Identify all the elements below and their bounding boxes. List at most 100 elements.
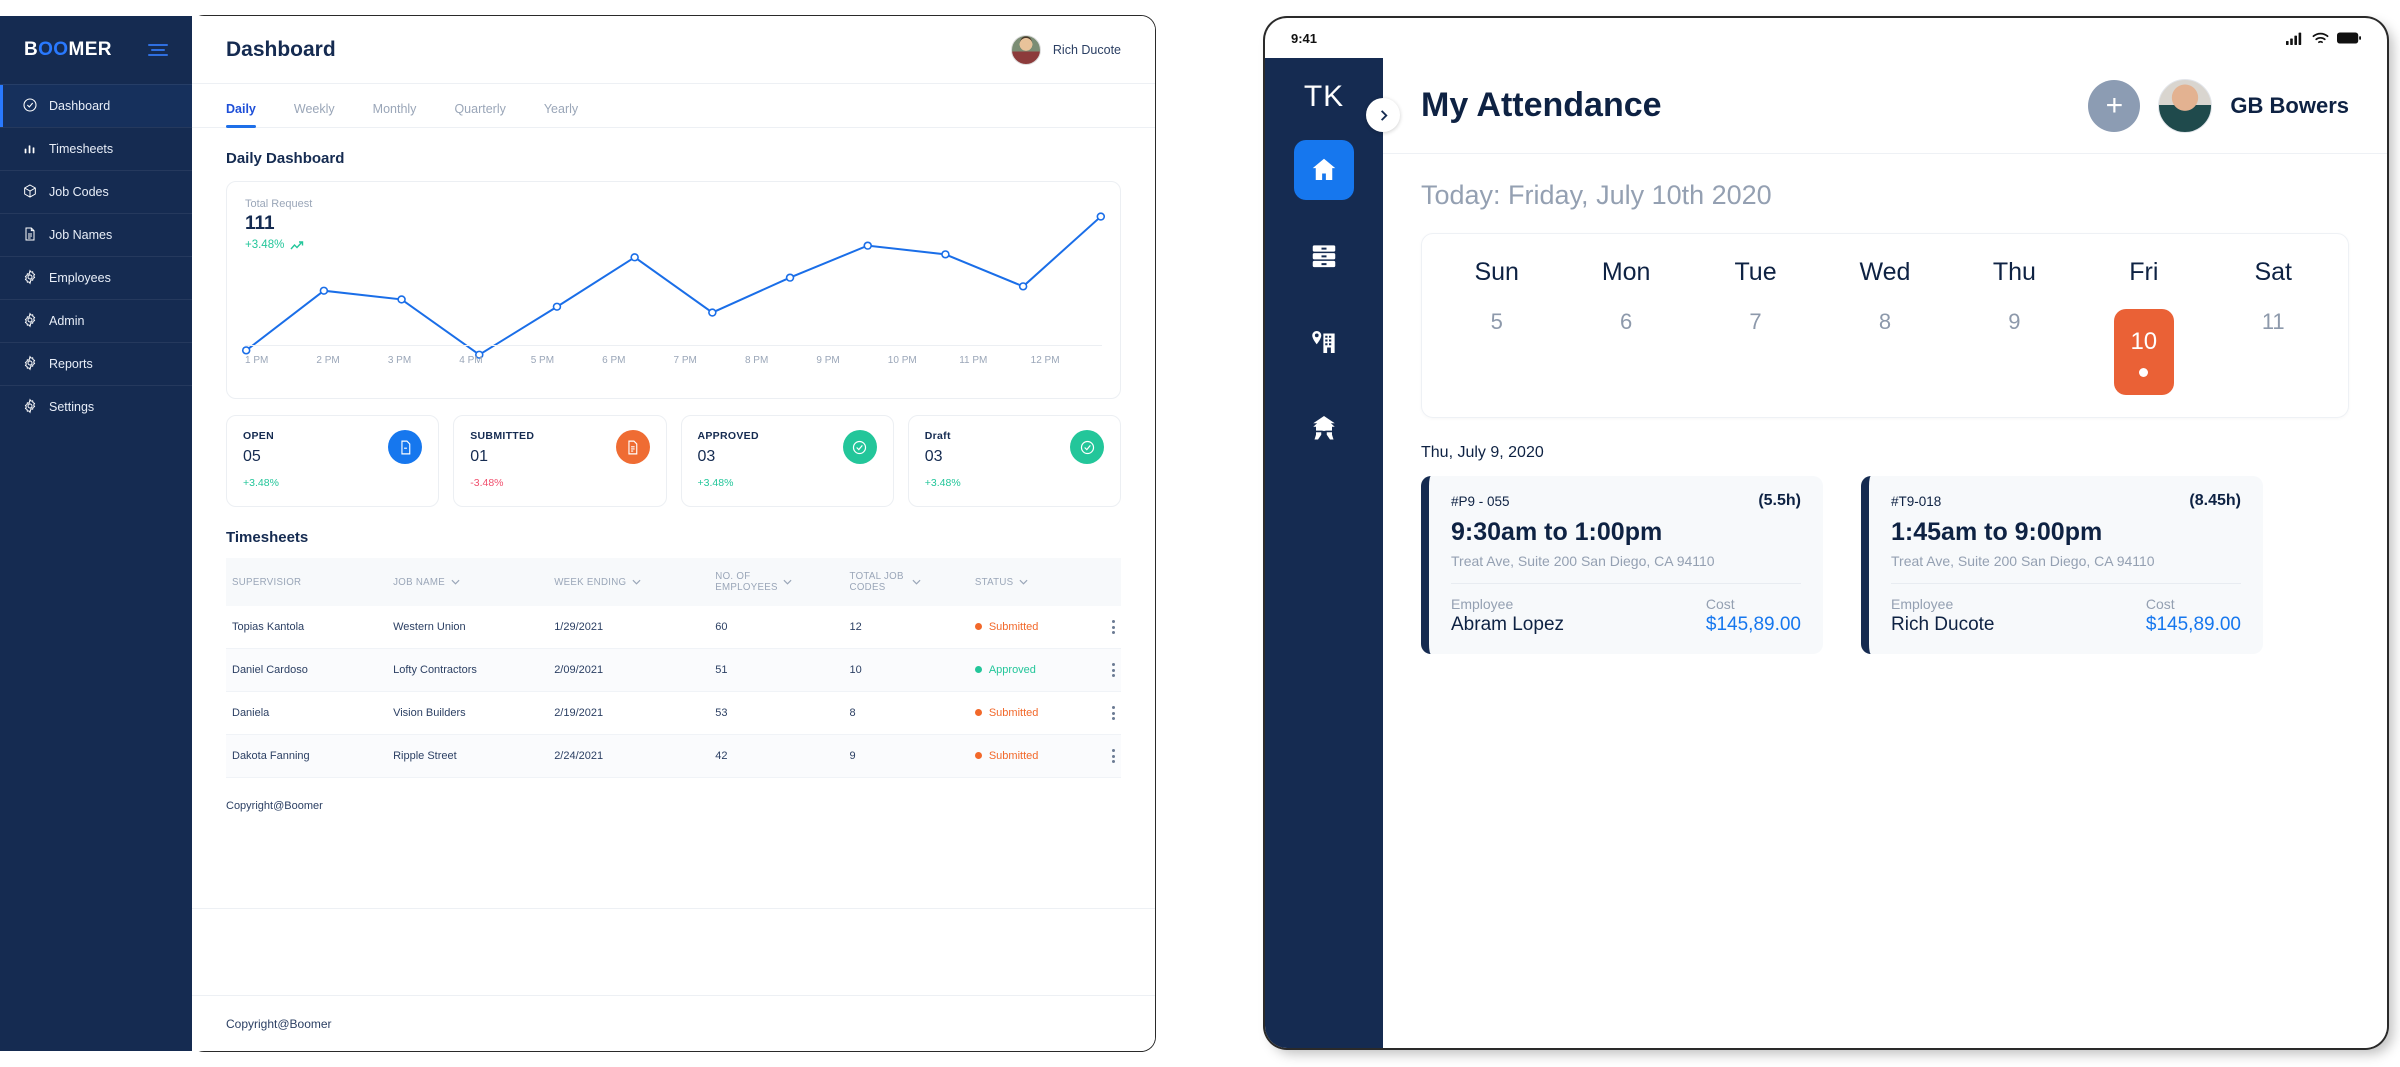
calendar-date-cell[interactable]: 6 bbox=[1561, 309, 1690, 395]
stat-card-approved[interactable]: APPROVED 03 +3.48% bbox=[680, 415, 894, 507]
calendar-selected-date[interactable]: 10 bbox=[2113, 309, 2174, 395]
calendar-date-cell[interactable]: 8 bbox=[1820, 309, 1949, 395]
calendar-date: 10 bbox=[2130, 327, 2158, 355]
sidebar-item-employees[interactable]: Employees bbox=[0, 256, 192, 299]
stat-card-draft[interactable]: Draft 03 +3.48% bbox=[907, 415, 1121, 507]
cell-job-name: Ripple Street bbox=[387, 734, 549, 778]
stat-card-submitted[interactable]: SUBMITTED 01 -3.48% bbox=[453, 415, 667, 507]
tablet-nav-home[interactable] bbox=[1294, 140, 1354, 200]
card-hours: (8.45h) bbox=[2189, 492, 2241, 509]
sidebar-item-label: Job Names bbox=[49, 228, 113, 242]
tab-daily[interactable]: Daily bbox=[226, 102, 256, 128]
tablet-nav-worksite[interactable] bbox=[1294, 398, 1354, 458]
stat-card-open[interactable]: OPEN 05 +3.48% bbox=[226, 415, 440, 507]
table-row[interactable]: Daniela Vision Builders 2/19/2021 53 8 S… bbox=[226, 691, 1121, 735]
calendar-date-cell[interactable]: 9 bbox=[1950, 309, 2079, 395]
tablet-main: My Attendance + GB Bowers Today: Friday,… bbox=[1383, 58, 2387, 1048]
status-time: 9:41 bbox=[1291, 30, 1318, 46]
chevron-down-icon bbox=[912, 579, 921, 585]
col-no-of-employees[interactable]: NO. OF EMPLOYEES bbox=[709, 558, 844, 606]
sidebar-item-job-codes[interactable]: Job Codes bbox=[0, 170, 192, 213]
status-dot bbox=[974, 623, 982, 630]
col-week-ending[interactable]: WEEK ENDING bbox=[548, 558, 710, 606]
row-actions-menu-icon[interactable] bbox=[1112, 663, 1115, 677]
tab-yearly[interactable]: Yearly bbox=[544, 102, 578, 127]
cell-job-name: Vision Builders bbox=[387, 691, 549, 735]
plus-icon[interactable]: + bbox=[2088, 79, 2141, 132]
chevron-down-icon bbox=[632, 579, 641, 585]
table-header-row: SUPERVISIOR JOB NAME WEEK ENDING NO. OF … bbox=[226, 558, 1121, 606]
tablet-body: TK My Attendance + GB Bowers Today: Frid… bbox=[1265, 58, 2387, 1048]
tablet-nav-cabinet[interactable] bbox=[1294, 226, 1354, 286]
card-employee-block: Employee Rich Ducote bbox=[1891, 596, 1995, 636]
sidebar-item-settings[interactable]: Settings bbox=[0, 385, 192, 428]
sidebar-item-job-names[interactable]: Job Names bbox=[0, 213, 192, 256]
tablet-user-name: GB Bowers bbox=[2230, 92, 2349, 118]
cell-employees: 53 bbox=[709, 691, 844, 735]
sidebar-item-reports[interactable]: Reports bbox=[0, 342, 192, 385]
avatar[interactable] bbox=[2158, 78, 2213, 133]
cell-week-ending: 2/19/2021 bbox=[548, 691, 710, 735]
wifi-icon bbox=[2312, 32, 2329, 43]
user-menu[interactable]: Rich Ducote bbox=[1010, 34, 1121, 65]
tablet-nav-jobsite[interactable] bbox=[1294, 312, 1354, 372]
map-pin-building-icon bbox=[1312, 331, 1335, 353]
attendance-card[interactable]: #P9 - 055 (5.5h) 9:30am to 1:00pm Treat … bbox=[1421, 476, 1823, 654]
calendar-date-cell[interactable]: 7 bbox=[1691, 309, 1820, 395]
row-actions-menu-icon[interactable] bbox=[1112, 749, 1115, 763]
check-circle-icon bbox=[22, 97, 38, 116]
col-status[interactable]: STATUS bbox=[968, 558, 1121, 606]
col-job-name[interactable]: JOB NAME bbox=[387, 558, 549, 606]
tablet-sidebar: TK bbox=[1265, 58, 1400, 1048]
calendar-date-cell[interactable]: 11 bbox=[2209, 309, 2338, 395]
section-title: Daily Dashboard bbox=[226, 150, 345, 167]
cell-supervisor: Topias Kantola bbox=[226, 606, 388, 649]
file-minus-icon bbox=[388, 430, 423, 464]
col-total-job-codes[interactable]: TOTAL JOB CODES bbox=[843, 558, 969, 606]
row-actions-menu-icon[interactable] bbox=[1112, 706, 1115, 720]
calendar-date: 5 bbox=[1490, 309, 1503, 334]
table-body: Topias Kantola Western Union 1/29/2021 6… bbox=[226, 606, 1121, 778]
tablet-header: My Attendance + GB Bowers bbox=[1383, 58, 2387, 154]
sidebar-item-label: Dashboard bbox=[49, 99, 111, 113]
battery-icon bbox=[2337, 32, 2361, 44]
employee-label: Employee bbox=[1891, 596, 1954, 612]
sidebar-item-dashboard[interactable]: Dashboard bbox=[0, 84, 192, 127]
table-row[interactable]: Dakota Fanning Ripple Street 2/24/2021 4… bbox=[226, 734, 1121, 778]
inner-copyright: Copyright@Boomer bbox=[226, 800, 323, 812]
attendance-card[interactable]: #T9-018 (8.45h) 1:45am to 9:00pm Treat A… bbox=[1861, 476, 2263, 654]
event-dot bbox=[2139, 367, 2149, 377]
calendar-date-cell[interactable]: 5 bbox=[1432, 309, 1561, 395]
x-tick-label: 9 PM bbox=[816, 355, 840, 366]
tab-weekly[interactable]: Weekly bbox=[294, 102, 335, 127]
tablet-logo: TK bbox=[1303, 80, 1345, 113]
chart-x-axis: 1 PM 2 PM 3 PM 4 PM 5 PM 6 PM 7 PM 8 PM 9 PM 10 P… bbox=[245, 355, 1102, 366]
tablet-device: 9:41 TK My Attendance + GB Bowers Today:… bbox=[1265, 18, 2387, 1048]
gear-icon bbox=[22, 311, 38, 331]
cost-value: $145,89.00 bbox=[2145, 614, 2241, 635]
tab-quarterly[interactable]: Quarterly bbox=[454, 102, 505, 127]
chevron-down-icon bbox=[783, 579, 792, 585]
brand-accent: OO bbox=[38, 39, 69, 60]
cell-employees: 60 bbox=[709, 606, 844, 649]
calendar-date-cell-selected[interactable]: 10 bbox=[2079, 309, 2208, 395]
chevron-right-icon[interactable] bbox=[1366, 98, 1400, 132]
col-label: SUPERVISIOR bbox=[232, 576, 302, 588]
cost-value: $145,89.00 bbox=[1705, 614, 1801, 635]
cell-supervisor: Dakota Fanning bbox=[226, 734, 388, 778]
card-time-range: 1:45am to 9:00pm bbox=[1891, 518, 2103, 546]
today-line: Today: Friday, July 10th 2020 bbox=[1421, 180, 1772, 210]
row-actions-menu-icon[interactable] bbox=[1112, 620, 1115, 634]
table-row[interactable]: Daniel Cardoso Lofty Contractors 2/09/20… bbox=[226, 648, 1121, 692]
table-row[interactable]: Topias Kantola Western Union 1/29/2021 6… bbox=[226, 606, 1121, 649]
calendar-date: 9 bbox=[2008, 309, 2021, 334]
desktop-sidebar: BOOMER Dashboard Timesheets Job Codes Jo… bbox=[0, 16, 192, 1051]
tab-monthly[interactable]: Monthly bbox=[373, 102, 417, 127]
check-circle-icon bbox=[1070, 430, 1104, 464]
sidebar-item-timesheets[interactable]: Timesheets bbox=[0, 127, 192, 170]
card-employee-block: Employee Abram Lopez bbox=[1451, 596, 1564, 636]
sidebar-item-admin[interactable]: Admin bbox=[0, 299, 192, 342]
calendar-date: 6 bbox=[1620, 309, 1633, 334]
hamburger-menu-icon[interactable] bbox=[148, 44, 168, 56]
table-head: SUPERVISIOR JOB NAME WEEK ENDING NO. OF … bbox=[226, 558, 1121, 606]
